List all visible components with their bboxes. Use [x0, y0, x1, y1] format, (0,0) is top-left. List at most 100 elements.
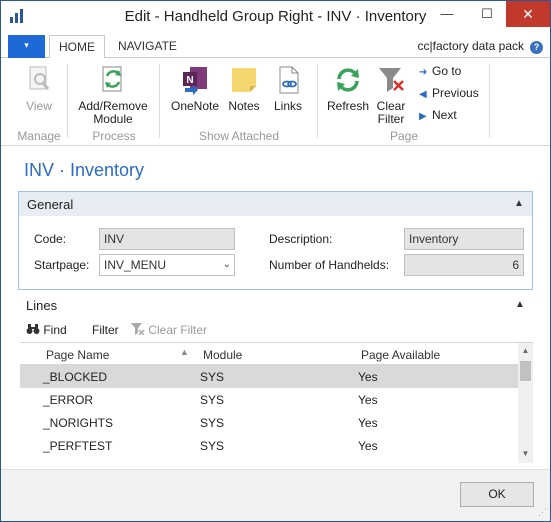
- previous-button[interactable]: ◀ Previous: [419, 86, 479, 100]
- find-button[interactable]: Find: [26, 323, 67, 337]
- cell-page-available: Yes: [358, 416, 378, 430]
- startpage-select[interactable]: INV_MENU ⌄: [99, 254, 235, 276]
- cell-page-name: _BLOCKED: [43, 370, 108, 384]
- links-icon: [272, 64, 304, 96]
- view-button[interactable]: View: [21, 64, 57, 113]
- sort-ascending-icon: ▲: [180, 347, 189, 357]
- next-button[interactable]: ▶ Next: [419, 108, 457, 122]
- table-row[interactable]: _BLOCKED SYS Yes: [20, 365, 518, 388]
- links-button[interactable]: Links: [269, 64, 307, 113]
- collapse-icon[interactable]: ▲: [515, 299, 525, 310]
- links-label: Links: [273, 99, 302, 113]
- column-header-page-available[interactable]: Page Available: [361, 348, 440, 362]
- description-label: Description:: [269, 232, 333, 246]
- code-field[interactable]: INV: [99, 228, 235, 250]
- maximize-button[interactable]: ☐: [467, 1, 507, 27]
- group-label-process: Process: [92, 129, 136, 143]
- cell-page-name: _ERROR: [43, 393, 94, 407]
- title-bar: Edit - Handheld Group Right - INV · Inve…: [1, 1, 550, 31]
- add-remove-module-icon: [97, 64, 129, 96]
- filter-button[interactable]: Filter: [92, 323, 119, 337]
- cell-module: SYS: [200, 439, 225, 453]
- minimize-button[interactable]: —: [427, 1, 467, 27]
- cell-module: SYS: [200, 393, 225, 407]
- clear-filter-ribbon-button[interactable]: Clear Filter: [373, 64, 409, 126]
- number-of-handhelds-field[interactable]: 6: [404, 254, 524, 276]
- ok-button[interactable]: OK: [460, 482, 534, 507]
- cell-page-available: Yes: [358, 370, 378, 384]
- company-name[interactable]: cc|factory data pack: [418, 39, 525, 53]
- dialog-window: Edit - Handheld Group Right - INV · Inve…: [0, 0, 551, 522]
- cell-page-available: Yes: [358, 393, 378, 407]
- general-header[interactable]: General ▲: [19, 192, 532, 216]
- lines-header[interactable]: Lines ▲: [18, 293, 533, 317]
- arrow-right-icon: ➜: [419, 67, 428, 78]
- ribbon-tab-bar: ▾ HOME NAVIGATE cc|factory data pack ?: [1, 33, 550, 59]
- cell-page-name: _PERFTEST: [43, 439, 113, 453]
- triangle-right-icon: ▶: [419, 111, 427, 122]
- grid-header-row: Page Name ▲ Module Page Available: [20, 343, 518, 365]
- column-header-page-name[interactable]: Page Name: [46, 348, 109, 362]
- lines-toolbar: Find Filter Clear Filter: [18, 319, 533, 341]
- refresh-button[interactable]: Refresh: [325, 64, 371, 113]
- refresh-icon: [332, 64, 364, 96]
- tab-navigate[interactable]: NAVIGATE: [109, 35, 186, 59]
- add-remove-label-line2: Module: [93, 112, 133, 126]
- resize-grip-icon[interactable]: ⋰: [538, 507, 547, 518]
- lines-title: Lines: [26, 298, 58, 313]
- add-remove-module-button[interactable]: Add/Remove Module: [75, 64, 151, 126]
- close-button[interactable]: ✕: [506, 1, 550, 27]
- onenote-label: OneNote: [170, 99, 220, 113]
- find-label: Find: [43, 323, 67, 337]
- group-separator: [317, 64, 318, 138]
- table-row[interactable]: _ERROR SYS Yes: [20, 388, 518, 411]
- lines-grid: Page Name ▲ Module Page Available _BLOCK…: [20, 342, 533, 463]
- general-section: General ▲ Code: INV Startpage: INV_MENU …: [18, 191, 533, 290]
- dialog-footer: OK ⋰: [1, 469, 550, 521]
- refresh-label: Refresh: [326, 99, 370, 113]
- table-row[interactable]: _PERFTEST SYS Yes: [20, 434, 518, 457]
- chevron-down-icon: ⌄: [222, 259, 231, 270]
- previous-label: Previous: [432, 86, 479, 100]
- column-header-module[interactable]: Module: [203, 348, 242, 362]
- binoculars-icon: [26, 324, 40, 334]
- svg-text:N: N: [186, 75, 193, 86]
- view-label: View: [26, 99, 52, 113]
- group-label-show-attached: Show Attached: [198, 129, 280, 143]
- go-to-label: Go to: [432, 64, 462, 78]
- triangle-left-icon: ◀: [419, 89, 427, 100]
- description-field[interactable]: Inventory: [404, 228, 524, 250]
- cell-page-available: Yes: [358, 439, 378, 453]
- group-label-manage: Manage: [17, 129, 61, 143]
- help-icon[interactable]: ?: [530, 41, 543, 54]
- clear-filter-button[interactable]: Clear Filter: [131, 323, 207, 337]
- code-label: Code:: [34, 232, 67, 246]
- view-icon: [23, 64, 55, 96]
- clear-filter-icon: [375, 64, 407, 96]
- scrollbar-thumb[interactable]: [520, 361, 531, 381]
- group-separator: [67, 64, 68, 138]
- vertical-scrollbar[interactable]: ▲ ▼: [518, 343, 533, 463]
- collapse-icon[interactable]: ▲: [514, 198, 524, 209]
- clear-filter-small-icon: [131, 323, 145, 336]
- clear-filter-label: Clear Filter: [148, 323, 208, 337]
- notes-icon: [228, 64, 260, 96]
- table-row[interactable]: _NORIGHTS SYS Yes: [20, 411, 518, 434]
- ribbon: View Manage Add/Remove Module Process N …: [1, 58, 550, 146]
- onenote-button[interactable]: N OneNote: [169, 64, 221, 113]
- file-menu-button[interactable]: ▾: [8, 35, 45, 58]
- notes-label: Notes: [228, 99, 260, 113]
- startpage-label: Startpage:: [34, 258, 90, 272]
- group-separator: [159, 64, 160, 138]
- cell-module: SYS: [200, 370, 225, 384]
- tab-home[interactable]: HOME: [49, 35, 105, 59]
- startpage-value: INV_MENU: [104, 258, 167, 272]
- group-label-page: Page: [389, 129, 419, 143]
- go-to-button[interactable]: ➜ Go to: [419, 64, 461, 78]
- onenote-icon: N: [179, 64, 211, 96]
- notes-button[interactable]: Notes: [225, 64, 263, 113]
- scroll-up-icon[interactable]: ▲: [518, 346, 533, 355]
- cell-page-name: _NORIGHTS: [43, 416, 114, 430]
- scroll-down-icon[interactable]: ▼: [518, 449, 533, 458]
- page-title: INV · Inventory: [24, 160, 145, 180]
